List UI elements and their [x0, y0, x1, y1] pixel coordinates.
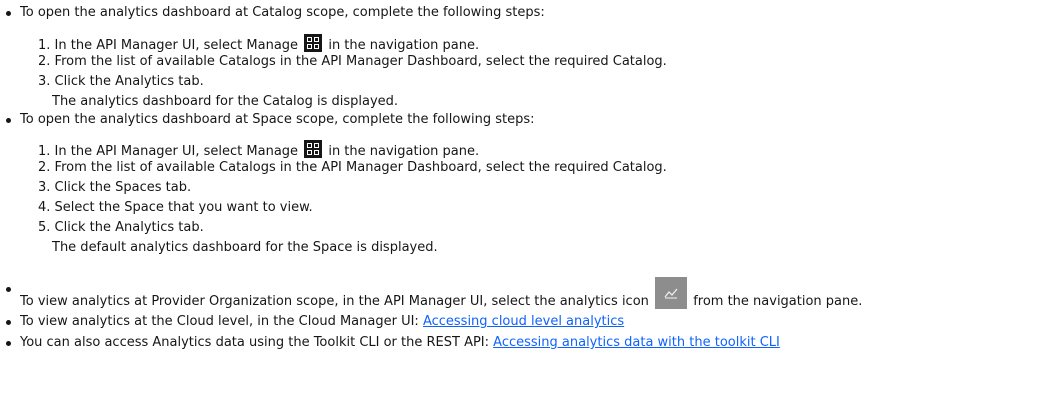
- catalog-scope-intro: To open the analytics dashboard at Catal…: [20, 5, 545, 20]
- step-text-cont: in the navigation pane.: [328, 144, 480, 159]
- grid-icon: [304, 140, 323, 158]
- cloud-level-item: To view analytics at the Cloud level, in…: [20, 314, 624, 330]
- catalog-step-3: 3. Click the Analytics tab.: [38, 74, 204, 89]
- space-step-5-result: The default analytics dashboard for the …: [52, 240, 438, 255]
- catalog-step-1: 1. In the API Manager UI, select Manage …: [38, 34, 479, 54]
- provider-text-cont: from the navigation pane.: [693, 294, 863, 309]
- space-step-3: 3. Click the Spaces tab.: [38, 180, 192, 195]
- toolkit-text: You can also access Analytics data using…: [20, 335, 494, 350]
- step-text: In the API Manager UI, select Manage: [54, 144, 299, 159]
- grid-icon: [304, 34, 323, 52]
- analytics-chart-icon: [655, 277, 688, 309]
- step-text: In the API Manager UI, select Manage: [54, 38, 299, 53]
- cloud-text: To view analytics at the Cloud level, in…: [20, 314, 423, 329]
- step-number: 1.: [38, 144, 51, 159]
- step-number: 1.: [38, 38, 51, 53]
- provider-text: To view analytics at Provider Organizati…: [20, 294, 649, 309]
- space-step-2: 2. From the list of available Catalogs i…: [38, 160, 667, 175]
- bullet-icon: [6, 287, 11, 292]
- catalog-step-3-result: The analytics dashboard for the Catalog …: [52, 94, 399, 109]
- bullet-icon: [6, 11, 11, 16]
- space-step-1: 1. In the API Manager UI, select Manage …: [38, 140, 479, 160]
- space-step-5: 5. Click the Analytics tab.: [38, 220, 204, 235]
- provider-org-item: To view analytics at Provider Organizati…: [20, 277, 862, 310]
- catalog-step-2: 2. From the list of available Catalogs i…: [38, 54, 667, 69]
- toolkit-cli-link[interactable]: Accessing analytics data with the toolki…: [493, 335, 780, 350]
- bullet-icon: [6, 320, 11, 325]
- space-step-4: 4. Select the Space that you want to vie…: [38, 200, 313, 215]
- toolkit-item: You can also access Analytics data using…: [20, 335, 780, 351]
- bullet-icon: [6, 118, 11, 123]
- step-text-cont: in the navigation pane.: [328, 38, 480, 53]
- space-scope-intro: To open the analytics dashboard at Space…: [20, 112, 535, 127]
- cloud-analytics-link[interactable]: Accessing cloud level analytics: [423, 314, 624, 329]
- bullet-icon: [6, 341, 11, 346]
